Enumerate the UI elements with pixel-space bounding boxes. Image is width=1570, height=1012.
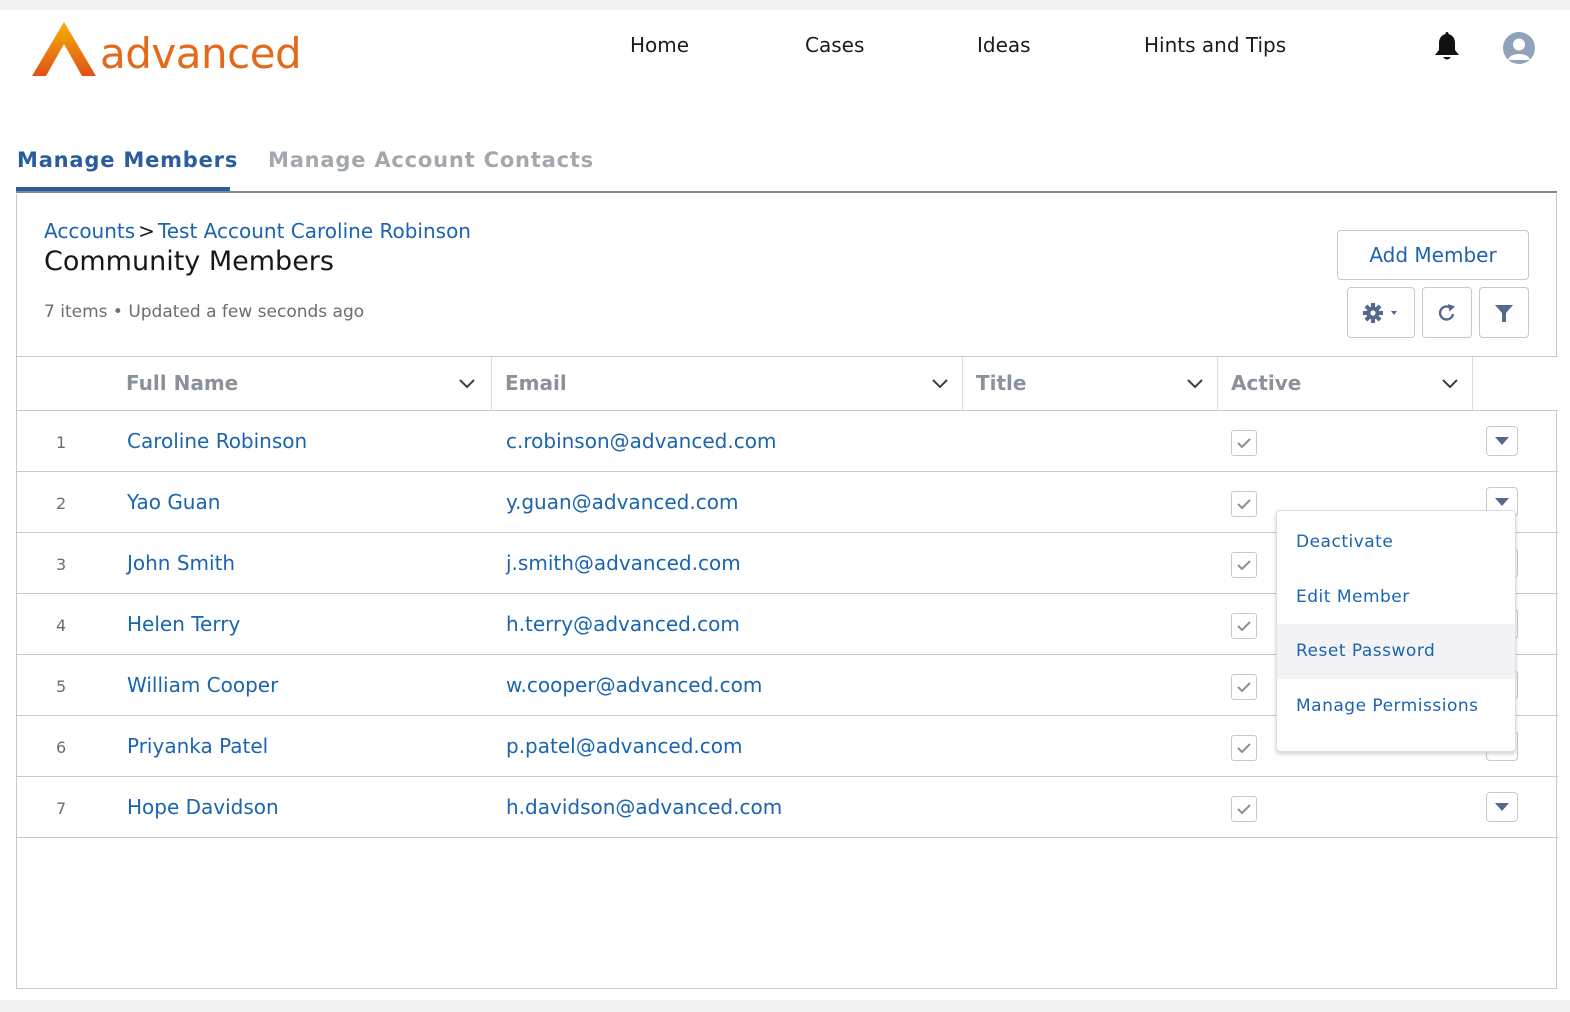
- breadcrumb-accounts[interactable]: Accounts: [44, 219, 135, 243]
- row-number: 5: [56, 677, 67, 696]
- checkmark-icon: [1237, 804, 1251, 815]
- active-checkbox: [1231, 735, 1257, 761]
- gear-icon: [1363, 302, 1397, 323]
- brand-name: advanced: [100, 29, 302, 78]
- member-email-link[interactable]: w.cooper@advanced.com: [506, 673, 762, 697]
- active-checkbox: [1231, 491, 1257, 517]
- column-header-full-name[interactable]: Full Name: [113, 357, 492, 410]
- checkmark-icon: [1237, 621, 1251, 632]
- active-checkbox: [1231, 796, 1257, 822]
- checkmark-icon: [1237, 560, 1251, 571]
- member-name-link[interactable]: Caroline Robinson: [127, 429, 307, 453]
- table-row: 1 Caroline Robinson c.robinson@advanced.…: [17, 411, 1558, 472]
- checkmark-icon: [1237, 499, 1251, 510]
- row-actions-button[interactable]: [1486, 792, 1518, 822]
- chevron-down-icon[interactable]: [1186, 375, 1204, 393]
- chevron-down-icon[interactable]: [458, 375, 476, 393]
- tab-manage-members[interactable]: Manage Members: [17, 148, 238, 172]
- column-header-active[interactable]: Active: [1218, 357, 1473, 410]
- member-email-link[interactable]: j.smith@advanced.com: [506, 551, 741, 575]
- filter-icon: [1495, 304, 1513, 322]
- column-label: Email: [505, 371, 567, 395]
- menu-item-deactivate[interactable]: Deactivate: [1277, 515, 1515, 570]
- user-avatar-icon[interactable]: [1503, 32, 1535, 64]
- member-name-link[interactable]: Yao Guan: [127, 490, 220, 514]
- row-number: 4: [56, 616, 67, 635]
- column-header-title[interactable]: Title: [963, 357, 1218, 410]
- breadcrumb-account[interactable]: Test Account Caroline Robinson: [158, 219, 471, 243]
- active-tab-indicator: [16, 187, 230, 191]
- active-checkbox: [1231, 674, 1257, 700]
- filter-button[interactable]: [1479, 287, 1529, 338]
- list-status: 7 items • Updated a few seconds ago: [44, 302, 365, 322]
- bell-icon[interactable]: [1433, 32, 1461, 62]
- refresh-icon: [1438, 303, 1455, 321]
- menu-item-manage-permissions[interactable]: Manage Permissions: [1277, 679, 1515, 734]
- logo-mark-icon: [32, 22, 96, 76]
- page: advanced Home Cases Ideas Hints and Tips…: [0, 10, 1570, 1000]
- row-number: 2: [56, 494, 67, 513]
- refresh-button[interactable]: [1422, 287, 1472, 338]
- table-row: 7 Hope Davidson h.davidson@advanced.com: [17, 777, 1558, 838]
- checkmark-icon: [1237, 438, 1251, 449]
- checkmark-icon: [1237, 743, 1251, 754]
- nav-ideas[interactable]: Ideas: [977, 33, 1031, 57]
- row-number: 3: [56, 555, 67, 574]
- checkmark-icon: [1237, 682, 1251, 693]
- member-name-link[interactable]: William Cooper: [127, 673, 278, 697]
- row-number: 7: [56, 799, 67, 818]
- row-number: 1: [56, 433, 67, 452]
- tab-bar: Manage Members Manage Account Contacts: [16, 145, 1557, 193]
- row-number-header: [17, 357, 113, 410]
- active-checkbox: [1231, 613, 1257, 639]
- nav-home[interactable]: Home: [630, 33, 689, 57]
- caret-down-icon: [1495, 437, 1509, 445]
- nav-hints-and-tips[interactable]: Hints and Tips: [1144, 33, 1286, 57]
- member-email-link[interactable]: y.guan@advanced.com: [506, 490, 738, 514]
- breadcrumb: Accounts > Test Account Caroline Robinson: [44, 219, 471, 243]
- member-email-link[interactable]: p.patel@advanced.com: [506, 734, 743, 758]
- nav-cases[interactable]: Cases: [805, 33, 864, 57]
- row-actions-button[interactable]: [1486, 426, 1518, 456]
- add-member-button[interactable]: Add Member: [1337, 230, 1529, 280]
- active-checkbox: [1231, 552, 1257, 578]
- list-settings-button[interactable]: [1347, 287, 1415, 338]
- chevron-down-icon[interactable]: [931, 375, 949, 393]
- row-actions-menu: Deactivate Edit Member Reset Password Ma…: [1276, 510, 1516, 752]
- member-name-link[interactable]: Helen Terry: [127, 612, 240, 636]
- menu-item-reset-password[interactable]: Reset Password: [1277, 624, 1515, 679]
- active-checkbox: [1231, 430, 1257, 456]
- member-name-link[interactable]: Hope Davidson: [127, 795, 279, 819]
- breadcrumb-separator: >: [138, 219, 155, 243]
- column-label: Title: [976, 371, 1027, 395]
- chevron-down-icon[interactable]: [1441, 375, 1459, 393]
- page-title: Community Members: [44, 246, 334, 277]
- brand-logo[interactable]: advanced: [30, 20, 302, 78]
- column-header-email[interactable]: Email: [492, 357, 963, 410]
- column-label: Full Name: [126, 371, 239, 395]
- caret-down-icon: [1495, 803, 1509, 811]
- member-name-link[interactable]: John Smith: [127, 551, 235, 575]
- member-email-link[interactable]: c.robinson@advanced.com: [506, 429, 776, 453]
- member-email-link[interactable]: h.terry@advanced.com: [506, 612, 740, 636]
- column-label: Active: [1231, 371, 1302, 395]
- table-header: Full Name Email Title Active: [17, 356, 1558, 411]
- tab-manage-account-contacts[interactable]: Manage Account Contacts: [268, 148, 594, 172]
- member-name-link[interactable]: Priyanka Patel: [127, 734, 268, 758]
- row-number: 6: [56, 738, 67, 757]
- member-email-link[interactable]: h.davidson@advanced.com: [506, 795, 782, 819]
- menu-item-edit-member[interactable]: Edit Member: [1277, 570, 1515, 625]
